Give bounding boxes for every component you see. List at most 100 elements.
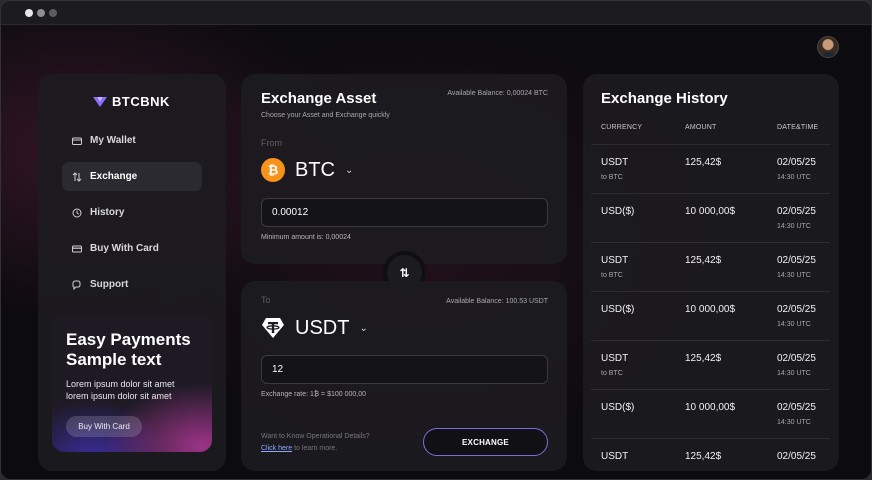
from-minimum-hint: Minimum amount is: 0,00024: [261, 234, 351, 241]
window-zoom-dot[interactable]: [49, 9, 57, 17]
column-header-datetime: DATE&TIME: [777, 124, 819, 131]
cell-time: 14:30 UTC: [777, 419, 811, 426]
table-row[interactable]: USDT to BTC 125,42$ 02/05/25 14:30 UTC: [591, 242, 830, 291]
cell-date: 02/05/25: [777, 206, 816, 217]
window-close-dot[interactable]: [25, 9, 33, 17]
cell-date: 02/05/25: [777, 304, 816, 315]
details-prefix: Want to Know Operational Details?: [261, 433, 370, 440]
exchange-title: Exchange Asset: [261, 90, 377, 107]
brand-logo[interactable]: BTCBNK: [93, 94, 170, 109]
cell-amount: 125,42$: [685, 451, 722, 462]
cell-amount: 10 000,00$: [685, 402, 736, 413]
sidebar-item-support[interactable]: Support: [62, 270, 202, 299]
details-link[interactable]: Click here: [261, 445, 292, 452]
sidebar-item-label: History: [90, 207, 125, 218]
details-line: Click here to learn more.: [261, 443, 370, 455]
cell-currency: USDT: [601, 353, 629, 364]
title-bar: [1, 1, 871, 25]
exchange-history-panel: Exchange History CURRENCY AMOUNT DATE&TI…: [583, 74, 839, 471]
cell-date: 02/05/25: [777, 353, 816, 364]
cell-currency-sub: to BTC: [601, 272, 623, 279]
tether-icon: [261, 316, 285, 340]
app-window: BTCBNK My Wallet Exchange History Buy Wi…: [0, 0, 872, 480]
table-row[interactable]: USDT to BTC 125,42$ 02/05/25 14:30 UTC: [591, 340, 830, 389]
cell-currency-sub: to BTC: [601, 370, 623, 377]
promo-card: Easy Payments Sample text Lorem ipsum do…: [52, 316, 212, 452]
cell-amount: 125,42$: [685, 353, 722, 364]
promo-title: Easy Payments Sample text: [66, 330, 198, 370]
cell-time: 14:30 UTC: [777, 321, 811, 328]
to-available-balance: Available Balance: 100.53 USDT: [446, 298, 548, 305]
cell-amount: 125,42$: [685, 157, 722, 168]
sidebar-item-history[interactable]: History: [62, 198, 202, 227]
cell-amount: 125,42$: [685, 255, 722, 266]
from-available-balance: Available Balance: 0,00024 BTC: [447, 90, 548, 97]
sidebar-item-label: Support: [90, 279, 129, 290]
exchange-rate-text: Exchange rate: 1₿ = $100 000,00: [261, 391, 367, 398]
swap-icon: ⇅: [399, 265, 410, 280]
support-icon: [72, 280, 81, 290]
window-minimize-dot[interactable]: [37, 9, 45, 17]
sidebar-item-label: Buy With Card: [90, 243, 159, 254]
brand-name: BTCBNK: [112, 94, 170, 109]
table-row[interactable]: USDT to BTC 125,42$ 02/05/25 14:30 UTC: [591, 144, 830, 193]
promo-buy-with-card-button[interactable]: Buy With Card: [66, 416, 142, 437]
from-coin-name: BTC: [295, 158, 335, 181]
to-amount-input[interactable]: [261, 355, 548, 384]
exchange-button[interactable]: EXCHANGE: [423, 428, 548, 456]
cell-date: 02/05/25: [777, 402, 816, 413]
sidebar-item-exchange[interactable]: Exchange: [62, 162, 202, 191]
user-avatar[interactable]: [817, 36, 839, 58]
cell-date: 02/05/25: [777, 157, 816, 168]
to-coin-name: USDT: [295, 316, 350, 339]
table-row[interactable]: USD($) 10 000,00$ 02/05/25 14:30 UTC: [591, 193, 830, 242]
cell-time: 14:30 UTC: [777, 223, 811, 230]
logo-mark-icon: [93, 96, 107, 107]
promo-text: Lorem ipsum dolor sit amet lorem ipsum d…: [66, 379, 175, 401]
column-header-amount: AMOUNT: [685, 124, 717, 131]
exchange-subtitle: Choose your Asset and Exchange quickly: [261, 112, 390, 119]
sidebar: BTCBNK My Wallet Exchange History Buy Wi…: [38, 74, 226, 471]
promo-title-line: Sample text: [66, 350, 162, 369]
sidebar-item-label: Exchange: [90, 171, 138, 182]
cell-currency: USD($): [601, 304, 635, 315]
table-row[interactable]: USD($) 10 000,00$ 02/05/25 14:30 UTC: [591, 389, 830, 438]
cell-currency: USDT: [601, 157, 629, 168]
to-label: To: [261, 295, 271, 305]
table-row[interactable]: USDT 125,42$ 02/05/25: [591, 438, 830, 471]
cell-time: 14:30 UTC: [777, 174, 811, 181]
history-title: Exchange History: [601, 90, 728, 107]
sidebar-item-my-wallet[interactable]: My Wallet: [62, 126, 202, 155]
cell-date: 02/05/25: [777, 255, 816, 266]
from-coin-select[interactable]: ₿ BTC ⌄: [261, 158, 353, 182]
column-header-currency: CURRENCY: [601, 124, 643, 131]
cell-currency-sub: to BTC: [601, 174, 623, 181]
swap-icon: [72, 171, 82, 182]
history-icon: [72, 208, 82, 217]
from-label: From: [261, 138, 282, 148]
exchange-to-panel: To Available Balance: 100.53 USDT USDT ⌄…: [241, 281, 567, 471]
details-suffix: to learn more.: [292, 445, 338, 452]
svg-text:₿: ₿: [268, 163, 279, 177]
details-text: Want to Know Operational Details? Click …: [261, 431, 370, 455]
cell-amount: 10 000,00$: [685, 206, 736, 217]
bitcoin-icon: ₿: [261, 158, 285, 182]
cell-currency: USD($): [601, 402, 635, 413]
cell-amount: 10 000,00$: [685, 304, 736, 315]
chevron-down-icon: ⌄: [345, 164, 354, 176]
cell-currency: USDT: [601, 451, 629, 462]
promo-title-line: Easy Payments: [66, 330, 191, 349]
cell-time: 14:30 UTC: [777, 272, 811, 279]
exchange-from-panel: Exchange Asset Choose your Asset and Exc…: [241, 74, 567, 264]
sidebar-item-label: My Wallet: [90, 135, 136, 146]
card-icon: [72, 245, 82, 252]
to-coin-select[interactable]: USDT ⌄: [261, 316, 368, 340]
cell-currency: USDT: [601, 255, 629, 266]
table-row[interactable]: USD($) 10 000,00$ 02/05/25 14:30 UTC: [591, 291, 830, 340]
cell-date: 02/05/25: [777, 451, 816, 462]
sidebar-item-buy-with-card[interactable]: Buy With Card: [62, 234, 202, 263]
chevron-down-icon: ⌄: [359, 322, 368, 334]
cell-time: 14:30 UTC: [777, 370, 811, 377]
wallet-icon: [72, 137, 82, 145]
from-amount-input[interactable]: [261, 198, 548, 227]
